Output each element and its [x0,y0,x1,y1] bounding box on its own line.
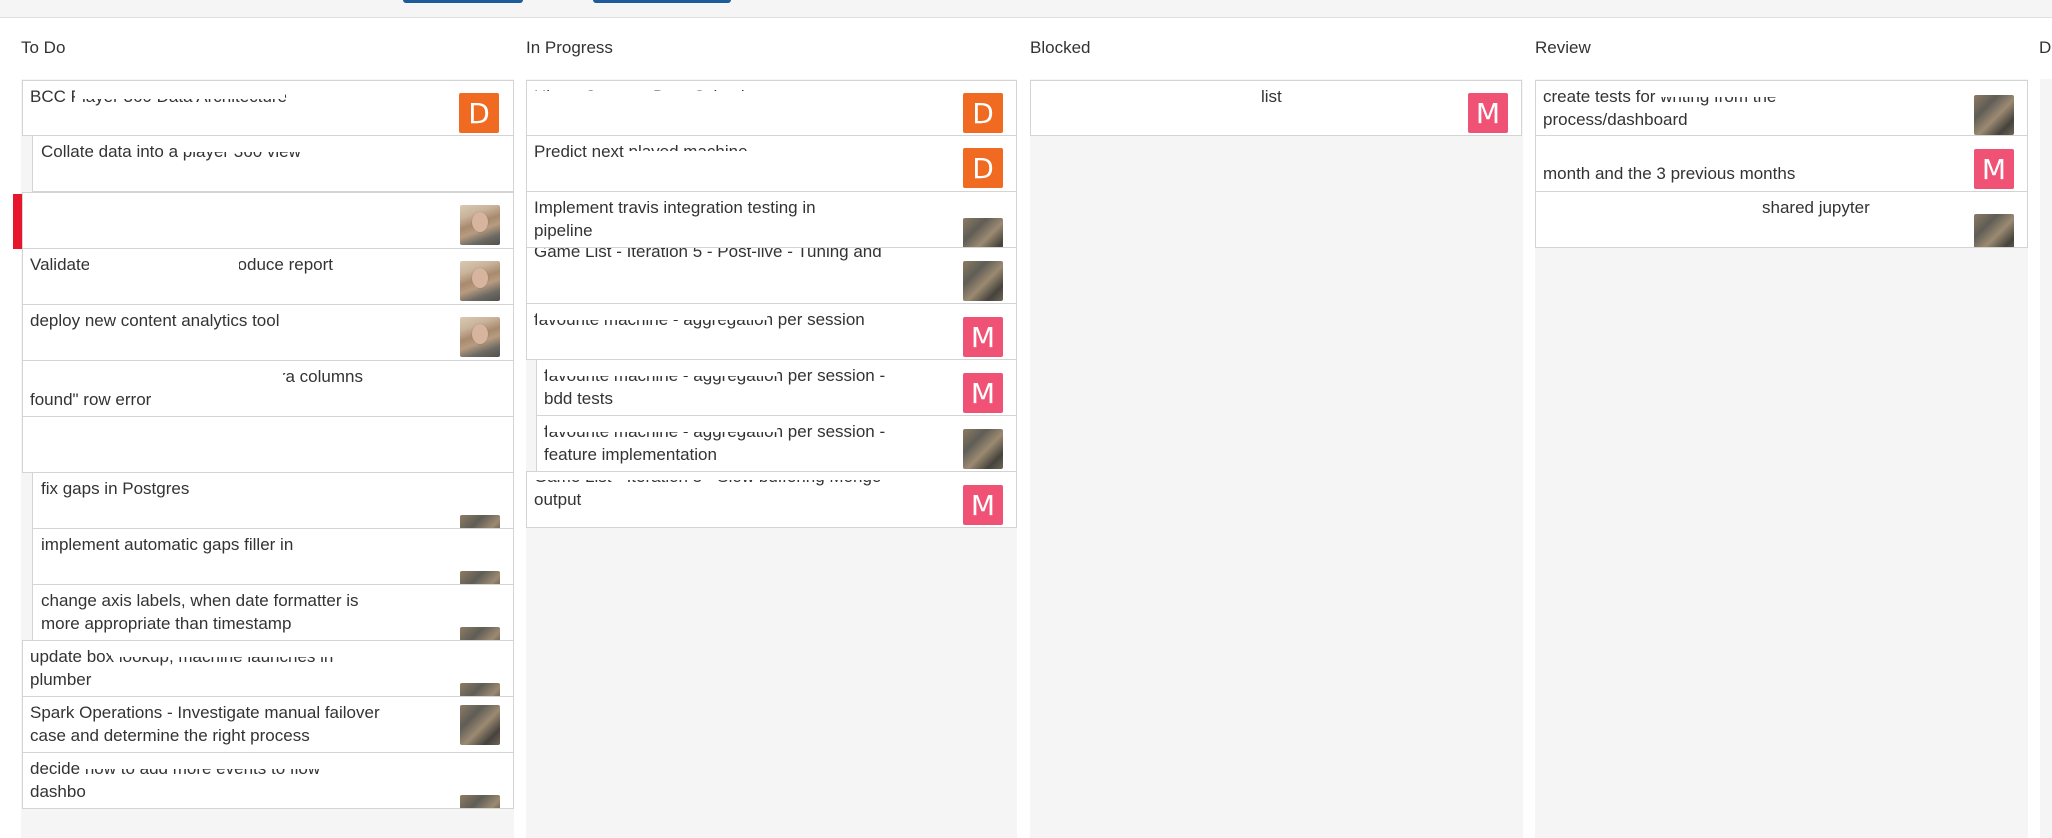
task-card[interactable]: Spark Operations - Investigate manual fa… [22,696,514,753]
task-title: deploy new content analytics tool [30,311,280,330]
task-card[interactable]: deploy new content analytics tool [22,304,514,361]
task-card[interactable]: create tests for writing from the proces… [1535,80,2028,136]
task-card[interactable]: list M [1030,80,1522,136]
priority-flag [13,194,22,249]
column-blocked [1030,79,1523,838]
assignee-avatar[interactable] [963,218,1003,247]
assignee-avatar[interactable] [1974,214,2014,247]
task-title: Game List - Iteration 5 - Post-live - Tu… [534,247,882,261]
toolbar-button[interactable] [593,0,731,3]
task-card[interactable]: favourite machine - aggregation per sess… [526,303,1017,360]
assignee-avatar[interactable] [460,205,500,245]
task-card[interactable]: Hire a Contract Data Scientist D [526,80,1017,136]
task-card[interactable]: Player Data research and fix "Extra colu… [22,360,514,417]
task-title: fix gaps in Postgres [41,479,190,498]
column-title-blocked: Blocked [1030,38,1091,57]
assignee-avatar[interactable] [460,705,500,745]
task-card[interactable]: implement automatic gaps filler in [32,528,514,585]
assignee-avatar[interactable]: M [963,373,1003,413]
task-title: month and the 3 previous months [1543,164,1796,183]
assignee-avatar[interactable] [460,317,500,357]
assignee-avatar[interactable]: D [459,93,499,133]
column-done [2040,79,2052,838]
task-card[interactable]: Game List - Iteration 5 - Slow buffering… [526,471,1017,528]
assignee-avatar[interactable] [1974,95,2014,135]
assignee-avatar[interactable]: D [963,93,1003,133]
task-card[interactable] [22,192,514,249]
task-card[interactable]: update box lookup, machine launches in p… [22,640,514,697]
task-card[interactable]: Collate data into a player 360 view [32,135,514,192]
assignee-avatar[interactable]: M [963,317,1003,357]
column-title-in-progress: In Progress [526,38,613,57]
column-title-review: Review [1535,38,1591,57]
assignee-avatar[interactable] [460,627,500,640]
assignee-avatar[interactable] [460,515,500,528]
task-card[interactable]: Validate Business rules - Produce report [22,248,514,305]
task-title: Implement travis integration testing in … [534,198,816,240]
task-card[interactable]: Game List - Iteration 5 - Post-live - Tu… [526,247,1017,304]
task-card[interactable]: month and the 3 previous months M [1535,135,2028,192]
toolbar-button[interactable] [403,0,523,3]
task-card[interactable]: decide how to add more events to flow da… [22,752,514,809]
task-card[interactable]: Implement travis integration testing in … [526,191,1017,248]
task-card[interactable]: Predict next played machine D [526,135,1017,192]
task-card[interactable]: fix gaps in Postgres [32,472,514,529]
task-card[interactable]: favourite machine - aggregation per sess… [536,415,1017,472]
task-card[interactable]: shared jupyter [1535,191,2028,248]
column-title-todo: To Do [21,38,66,57]
assignee-avatar[interactable]: M [963,485,1003,525]
assignee-avatar[interactable] [460,683,500,696]
assignee-avatar[interactable] [963,429,1003,469]
assignee-avatar[interactable] [460,261,500,301]
task-title: implement automatic gaps filler in [41,535,294,554]
assignee-avatar[interactable] [963,261,1003,301]
assignee-avatar[interactable] [460,795,500,808]
task-card[interactable]: change axis labels, when date formatter … [32,584,514,641]
task-card[interactable]: favourite machine - aggregation per sess… [536,359,1017,416]
assignee-avatar[interactable]: D [963,148,1003,188]
task-card[interactable]: fix spark data problems [22,416,514,473]
task-card[interactable]: BCC Player 360 Data Architecture D [22,80,514,136]
task-title: Spark Operations - Investigate manual fa… [30,703,380,745]
column-title-done: D [2039,38,2052,57]
task-title: change axis labels, when date formatter … [41,591,359,633]
assignee-avatar[interactable] [460,571,500,584]
assignee-avatar[interactable]: M [1468,93,1508,133]
top-toolbar [0,0,2052,18]
assignee-avatar[interactable]: M [1974,149,2014,189]
